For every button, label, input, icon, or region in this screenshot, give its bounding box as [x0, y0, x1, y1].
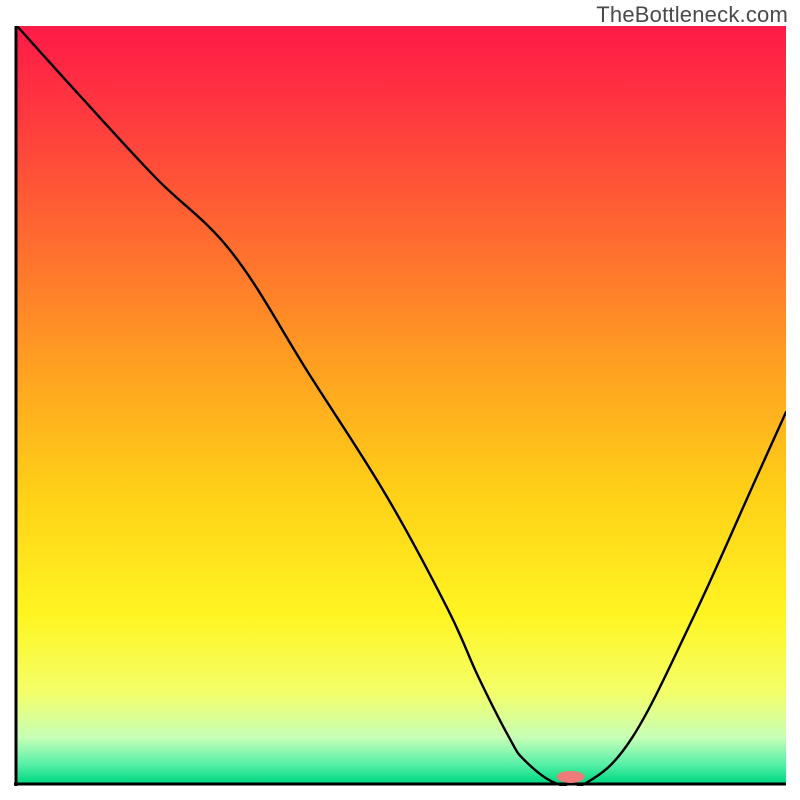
chart-svg	[14, 26, 786, 786]
gradient-background	[17, 26, 786, 783]
optimal-marker	[557, 771, 585, 783]
chart-stage: TheBottleneck.com	[0, 0, 800, 800]
watermark-label: TheBottleneck.com	[596, 2, 788, 28]
plot-area	[14, 26, 786, 786]
